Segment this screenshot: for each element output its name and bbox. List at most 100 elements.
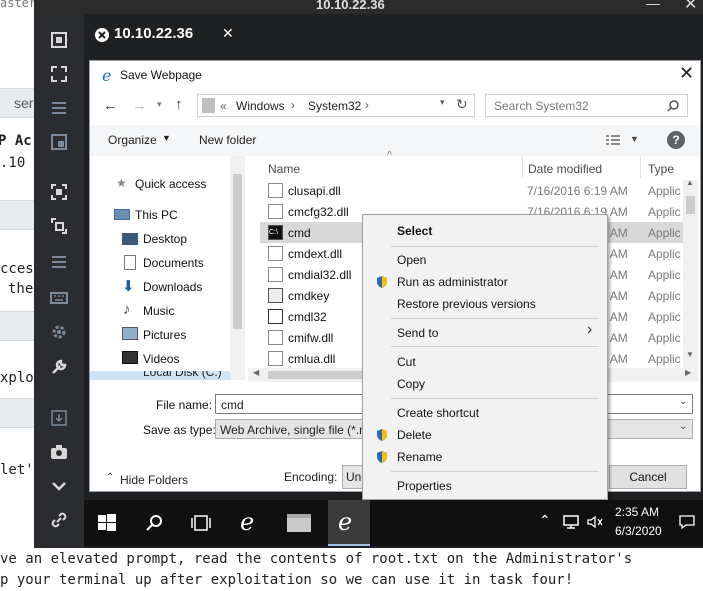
ie-icon: e (102, 67, 111, 83)
link-icon[interactable] (49, 510, 69, 530)
menu-icon[interactable] (49, 252, 69, 272)
import-icon[interactable] (49, 408, 69, 428)
recent-chevron-icon[interactable]: ▾ (157, 99, 162, 110)
view-options-icon[interactable] (605, 134, 621, 147)
menu-item-restore-previous-versions[interactable]: Restore previous versions (397, 297, 536, 311)
menu-item-properties[interactable]: Properties (397, 479, 452, 493)
close-icon[interactable]: ✕ (684, 0, 697, 14)
keyboard-icon[interactable] (49, 288, 69, 308)
file-type: Applic (648, 352, 681, 366)
clock-time[interactable]: 2:35 AM (615, 505, 659, 519)
scroll-right-icon[interactable]: ▶ (685, 368, 691, 377)
breadcrumb-item[interactable]: System32 (308, 99, 361, 113)
bg-text-line: ser (14, 95, 34, 111)
view-dropdown-icon[interactable]: ▼ (630, 134, 639, 144)
menu-icon[interactable] (49, 98, 69, 118)
screen-icon[interactable] (49, 182, 69, 202)
organize-button[interactable]: Organize (108, 133, 157, 147)
client-titlebar: 10.10.22.36 — ✕ (34, 0, 703, 14)
bg-text-line: xplo (0, 370, 34, 386)
task-view-icon[interactable] (188, 510, 214, 536)
nav-videos[interactable]: Videos (143, 352, 179, 366)
settings-icon[interactable] (49, 322, 69, 342)
file-list-vscrollbar[interactable]: ▲ ▼ (683, 178, 698, 368)
uac-shield-icon (377, 451, 387, 463)
windows-start-icon[interactable] (94, 510, 120, 536)
cancel-button[interactable]: Cancel (609, 465, 687, 489)
nav-quick-access[interactable]: Quick access (135, 177, 206, 191)
hscrollbar-thumb[interactable] (268, 371, 363, 379)
breadcrumb-item[interactable]: Windows (236, 99, 285, 113)
forward-arrow-icon[interactable]: → (132, 97, 147, 114)
nav-downloads[interactable]: Downloads (143, 280, 202, 294)
menu-item-rename[interactable]: Rename (397, 450, 442, 464)
context-menu: Select Open Run as administrator Restore… (362, 214, 608, 500)
column-type[interactable]: Type (648, 162, 674, 176)
menu-item-create-shortcut[interactable]: Create shortcut (397, 406, 479, 420)
fullscreen-icon[interactable] (49, 30, 69, 50)
notifications-icon[interactable] (678, 514, 696, 530)
menu-separator (391, 318, 599, 319)
minimize-icon[interactable]: — (646, 0, 660, 11)
menu-item-run-as-admin[interactable]: Run as administrator (397, 275, 508, 289)
nav-scrollbar[interactable] (230, 156, 245, 380)
file-row[interactable]: clusapi.dll 7/16/2016 6:19 AM Applic (260, 180, 683, 201)
file-explorer-icon[interactable] (287, 514, 311, 532)
column-date-modified[interactable]: Date modified (528, 162, 602, 176)
bg-text-line: P Ac (0, 133, 32, 149)
uac-shield-icon (377, 429, 387, 441)
save-as-type-dropdown-icon[interactable]: ⌄ (679, 421, 687, 432)
search-icon[interactable] (142, 510, 168, 536)
network-icon[interactable] (562, 514, 580, 530)
ie-taskbar-icon[interactable]: e (240, 510, 266, 536)
menu-separator (391, 398, 599, 399)
column-name[interactable]: Name (268, 162, 300, 176)
up-arrow-icon[interactable]: ↑ (175, 96, 183, 113)
address-dropdown-icon[interactable]: ▾ (440, 97, 445, 108)
nav-local-disk[interactable]: Local Disk (C:) (90, 371, 245, 380)
hide-folders-button[interactable]: Hide Folders (120, 473, 188, 487)
nav-documents[interactable]: Documents (143, 256, 204, 270)
nav-scrollbar-thumb[interactable] (233, 174, 242, 329)
help-icon[interactable]: ? (667, 131, 685, 149)
resize-icon[interactable] (49, 216, 69, 236)
refresh-icon[interactable]: ↻ (456, 96, 468, 113)
file-name-dropdown-icon[interactable]: ⌄ (679, 396, 687, 407)
menu-item-delete[interactable]: Delete (397, 428, 432, 442)
clock-date[interactable]: 6/3/2020 (615, 524, 662, 538)
dialog-close-icon[interactable]: ✕ (679, 63, 694, 84)
ie-active-tab[interactable]: e (328, 500, 370, 546)
address-bar[interactable]: « Windows › System32 › ▾ ↻ (197, 94, 475, 117)
window-icon[interactable] (49, 132, 69, 152)
new-folder-button[interactable]: New folder (199, 133, 256, 147)
scroll-left-icon[interactable]: ◀ (253, 368, 259, 377)
menu-item-send-to[interactable]: Send to (397, 326, 438, 340)
download-icon: ⬇ (122, 278, 135, 295)
scroll-down-icon[interactable]: ▼ (686, 350, 694, 359)
camera-icon[interactable] (49, 442, 69, 462)
wrench-icon[interactable] (49, 357, 69, 377)
dll-file-icon (268, 330, 283, 345)
nav-this-pc[interactable]: This PC (135, 208, 178, 222)
scroll-up-icon[interactable]: ▲ (686, 178, 694, 187)
menu-item-copy[interactable]: Copy (397, 377, 425, 391)
chevron-down-icon[interactable] (49, 476, 69, 496)
vscrollbar-thumb[interactable] (686, 196, 695, 214)
tab-close-icon[interactable]: ✕ (222, 25, 234, 42)
tab-session[interactable]: 10.10.22.36 ✕ (94, 24, 239, 50)
hide-folders-icon[interactable]: ⌃ (106, 472, 114, 483)
back-arrow-icon[interactable]: ← (103, 97, 118, 114)
tab-strip: 10.10.22.36 ✕ (84, 14, 703, 60)
search-box[interactable]: Search System32 (485, 94, 688, 117)
menu-item-select[interactable]: Select (397, 224, 432, 238)
breadcrumb-separator-icon: › (365, 98, 369, 112)
expand-icon[interactable] (49, 64, 69, 84)
volume-muted-icon[interactable] (586, 514, 604, 530)
menu-item-open[interactable]: Open (397, 253, 426, 267)
nav-desktop[interactable]: Desktop (143, 232, 187, 246)
nav-music[interactable]: Music (143, 304, 174, 318)
menu-item-cut[interactable]: Cut (397, 355, 416, 369)
dll-file-icon (268, 183, 283, 198)
tray-chevron-icon[interactable]: ⌃ (539, 512, 551, 529)
nav-pictures[interactable]: Pictures (143, 328, 186, 342)
